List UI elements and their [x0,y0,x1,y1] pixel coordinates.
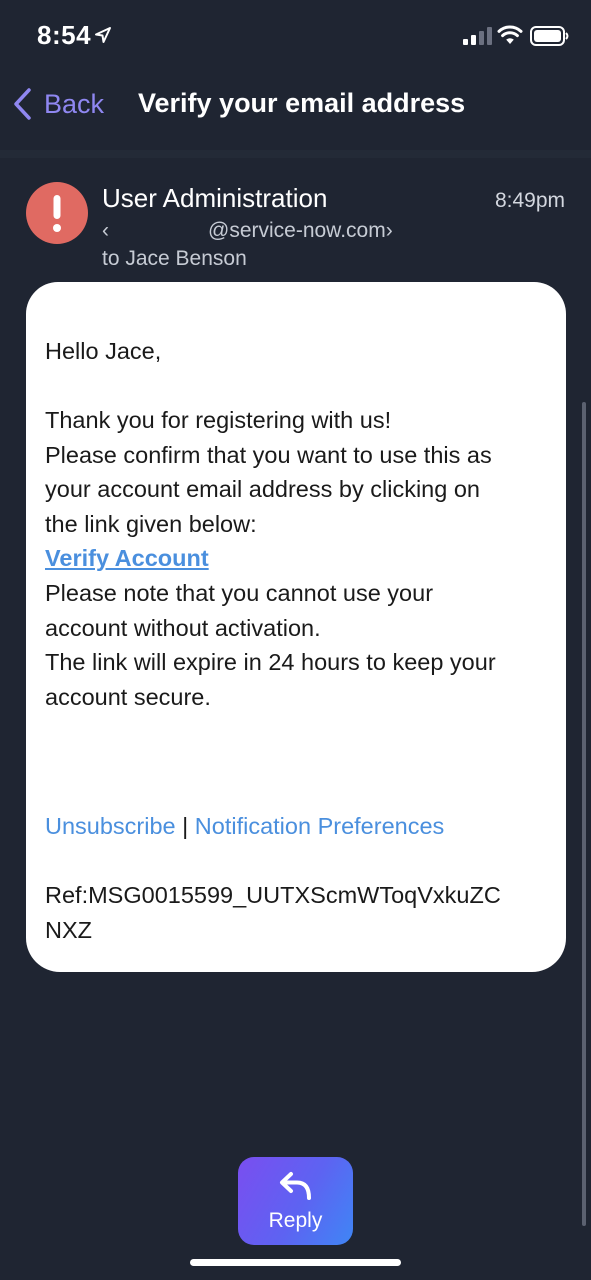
reply-label: Reply [268,1209,323,1232]
message-time: 8:49pm [494,189,565,212]
back-label: Back [44,88,105,119]
sender-email[interactable]: @service-now.com› [208,219,393,243]
status-bar: 8:54 [0,0,591,72]
email-body-card: Hello Jace, Thank you for registering wi… [26,282,566,972]
footer-separator: | [182,813,189,839]
home-indicator[interactable] [190,1259,401,1266]
body-line: The link will expire in 24 hours to keep… [45,649,496,676]
body-line: account without activation. [45,614,321,641]
body-line: your account email address by clicking o… [45,476,480,503]
nav-bar: Back Verify your email address [0,72,591,158]
notification-preferences-link[interactable]: Notification Preferences [195,813,444,839]
reference-line: Ref:MSG0015599_UUTXScmWToqVxkuZC [45,882,501,908]
reference-line: NXZ [45,916,92,943]
sender-avatar [26,182,88,244]
scrollbar[interactable] [582,402,586,1226]
chevron-left-icon [14,88,31,120]
unsubscribe-link[interactable]: Unsubscribe [45,813,176,839]
body-line: account secure. [45,683,211,710]
body-line: Please note that you cannot use your [45,580,434,606]
wifi-icon [497,25,523,44]
location-arrow-icon [95,27,111,43]
body-line: the link given below: [45,510,257,537]
back-button[interactable]: Back [12,84,104,124]
page-title: Verify your email address [138,88,466,118]
sender-name[interactable]: User Administration [102,183,327,214]
email-footer-links: Unsubscribe | Notification Preferences [45,809,444,844]
verify-account-link[interactable]: Verify Account [45,545,209,571]
reply-button[interactable]: Reply [238,1157,353,1245]
body-line: Thank you for registering with us! [45,407,392,433]
sender-email-bracket: ‹ [102,219,109,242]
body-line: Please confirm that you want to use this… [45,441,492,468]
exclamation-icon [53,195,61,232]
status-time: 8:54 [37,20,92,50]
greeting: Hello Jace, [45,338,162,364]
battery-icon [530,26,569,46]
cellular-signal-icon [463,27,492,45]
recipient-line[interactable]: to Jace Benson [102,247,247,271]
reply-arrow-icon [280,1172,311,1200]
